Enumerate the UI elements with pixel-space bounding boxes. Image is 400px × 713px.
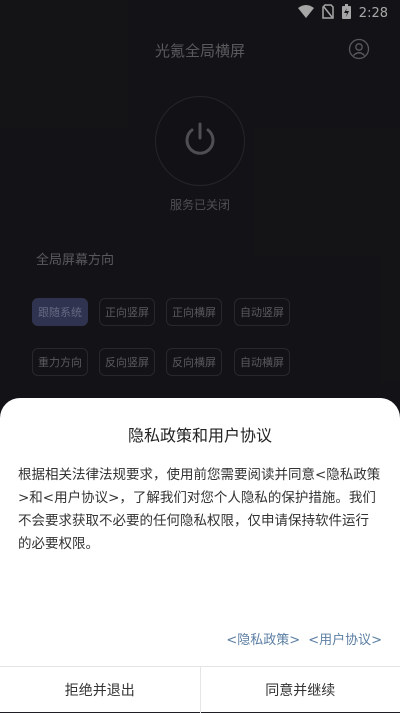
accept-button[interactable]: 同意并继续 xyxy=(200,667,400,713)
privacy-dialog: 隐私政策和用户协议 根据相关法律法规要求，使用前您需要阅读并同意<隐私政策>和<… xyxy=(0,398,400,712)
dialog-body: 根据相关法律法规要求，使用前您需要阅读并同意<隐私政策>和<用户协议>，了解我们… xyxy=(18,464,382,556)
user-agreement-link[interactable]: <用户协议> xyxy=(308,629,382,648)
dialog-buttons: 拒绝并退出 同意并继续 xyxy=(0,666,400,713)
dialog-links: <隐私政策> <用户协议> xyxy=(226,629,382,648)
reject-button[interactable]: 拒绝并退出 xyxy=(0,667,200,713)
privacy-policy-link[interactable]: <隐私政策> xyxy=(226,629,300,648)
dialog-title: 隐私政策和用户协议 xyxy=(0,422,400,446)
